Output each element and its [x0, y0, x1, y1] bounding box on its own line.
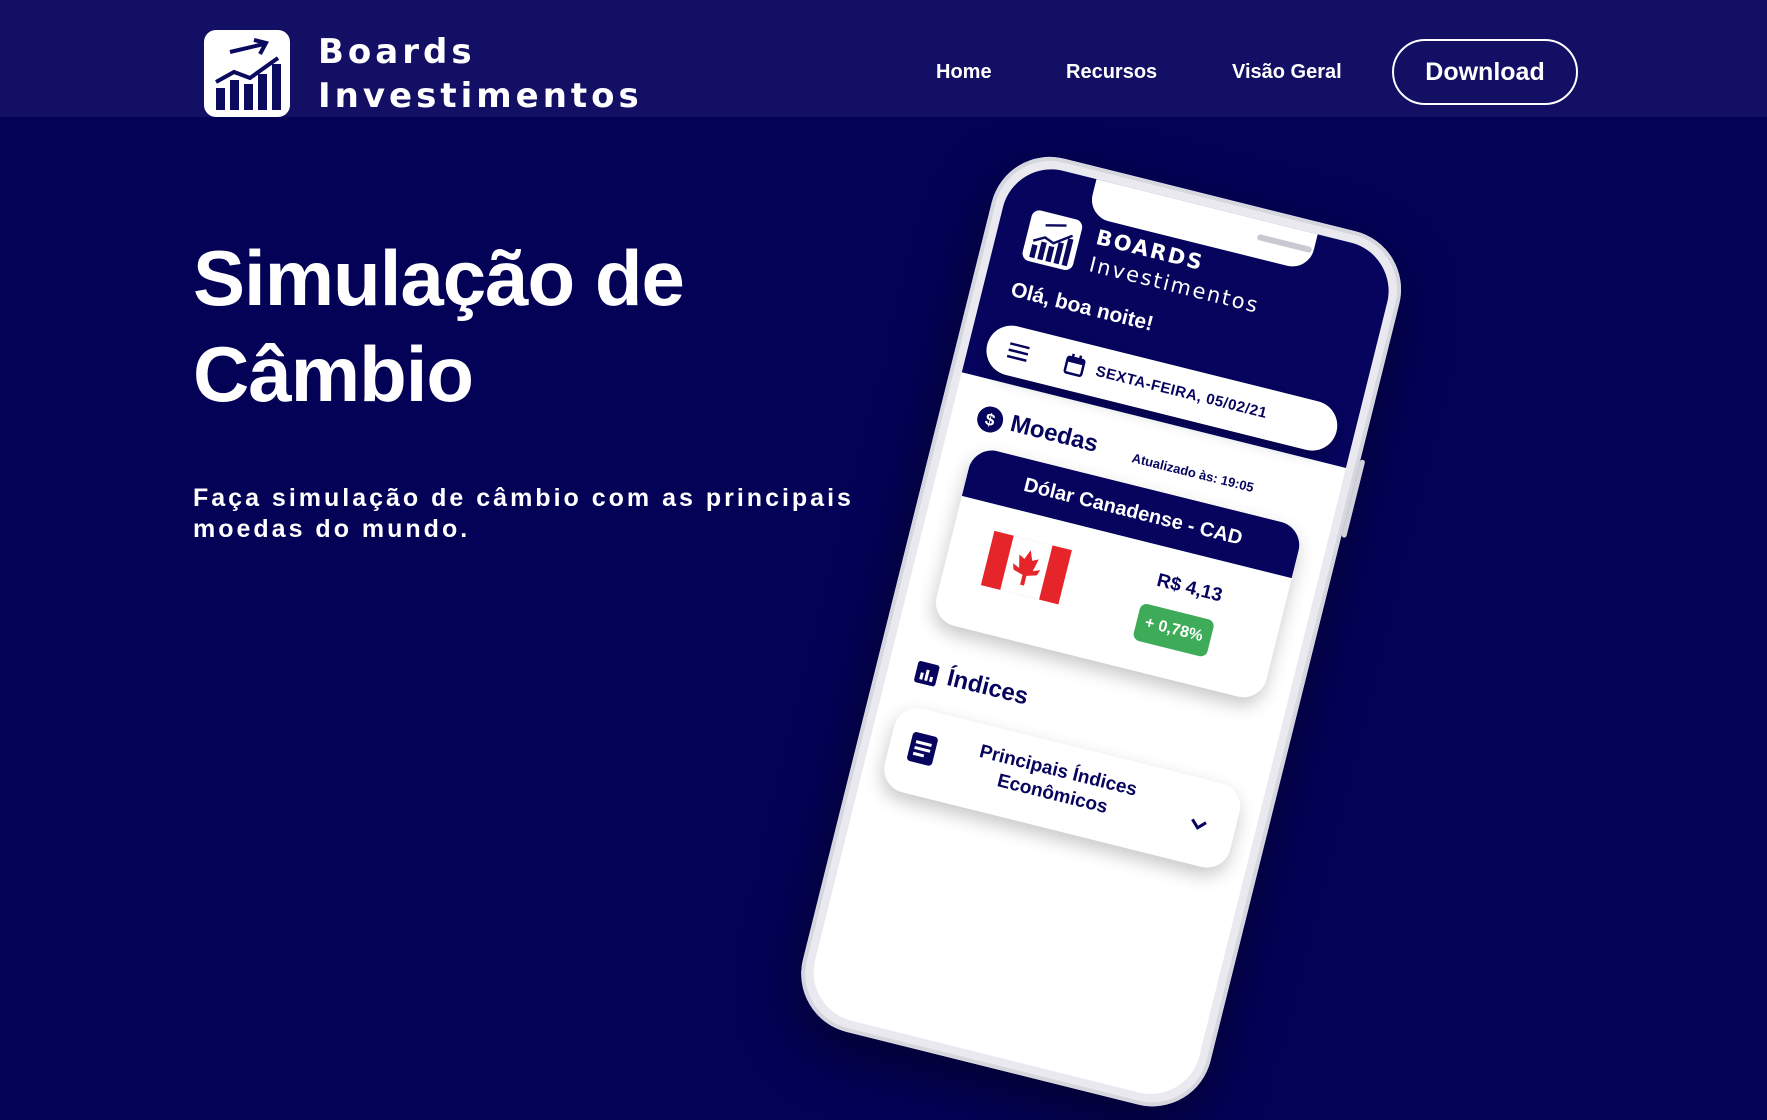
indices-card-label: Principais Índices Econômicos — [977, 741, 1140, 819]
currency-change-badge: + 0,78% — [1132, 602, 1216, 658]
brand-line2: Investimentos — [318, 76, 643, 116]
hero-subtitle: Faça simulação de câmbio com as principa… — [193, 484, 854, 543]
phone-speaker — [1256, 233, 1313, 254]
logo-chart-icon[interactable] — [204, 30, 290, 117]
currency-price: R$ 4,13 — [1154, 569, 1225, 607]
brand-name[interactable]: Boards Investimentos — [318, 30, 643, 118]
dollar-icon: $ — [977, 406, 1004, 433]
menu-icon — [1006, 342, 1030, 362]
phone-frame: BOARDS Investimentos Olá, boa noite! SEX… — [788, 144, 1414, 1120]
chevron-down-icon[interactable] — [1188, 817, 1208, 833]
nav-home[interactable]: Home — [936, 60, 992, 84]
calendar-icon — [1063, 353, 1086, 377]
download-button[interactable]: Download — [1392, 39, 1578, 105]
bar-chart-icon — [914, 661, 940, 687]
moedas-title: Moedas — [1007, 410, 1101, 458]
hero-title-line1: Simulação de — [193, 234, 685, 322]
phone-screen: BOARDS Investimentos Olá, boa noite! SEX… — [803, 158, 1400, 1105]
navbar: Boards Investimentos Home Recursos Visão… — [0, 0, 1767, 117]
nav-visao-geral[interactable]: Visão Geral — [1232, 60, 1342, 84]
hero-title-line2: Câmbio — [193, 330, 474, 418]
hero-title: Simulação de Câmbio — [193, 230, 685, 422]
document-icon — [907, 732, 938, 766]
indices-title: Índices — [944, 664, 1032, 711]
indices-card[interactable]: Principais Índices Econômicos — [879, 703, 1246, 873]
canada-flag-icon — [980, 530, 1072, 605]
nav-recursos[interactable]: Recursos — [1066, 60, 1157, 84]
brand-line1: Boards — [318, 32, 476, 72]
phone-mockup: BOARDS Investimentos Olá, boa noite! SEX… — [788, 144, 1414, 1120]
app-logo-icon — [1020, 208, 1084, 272]
